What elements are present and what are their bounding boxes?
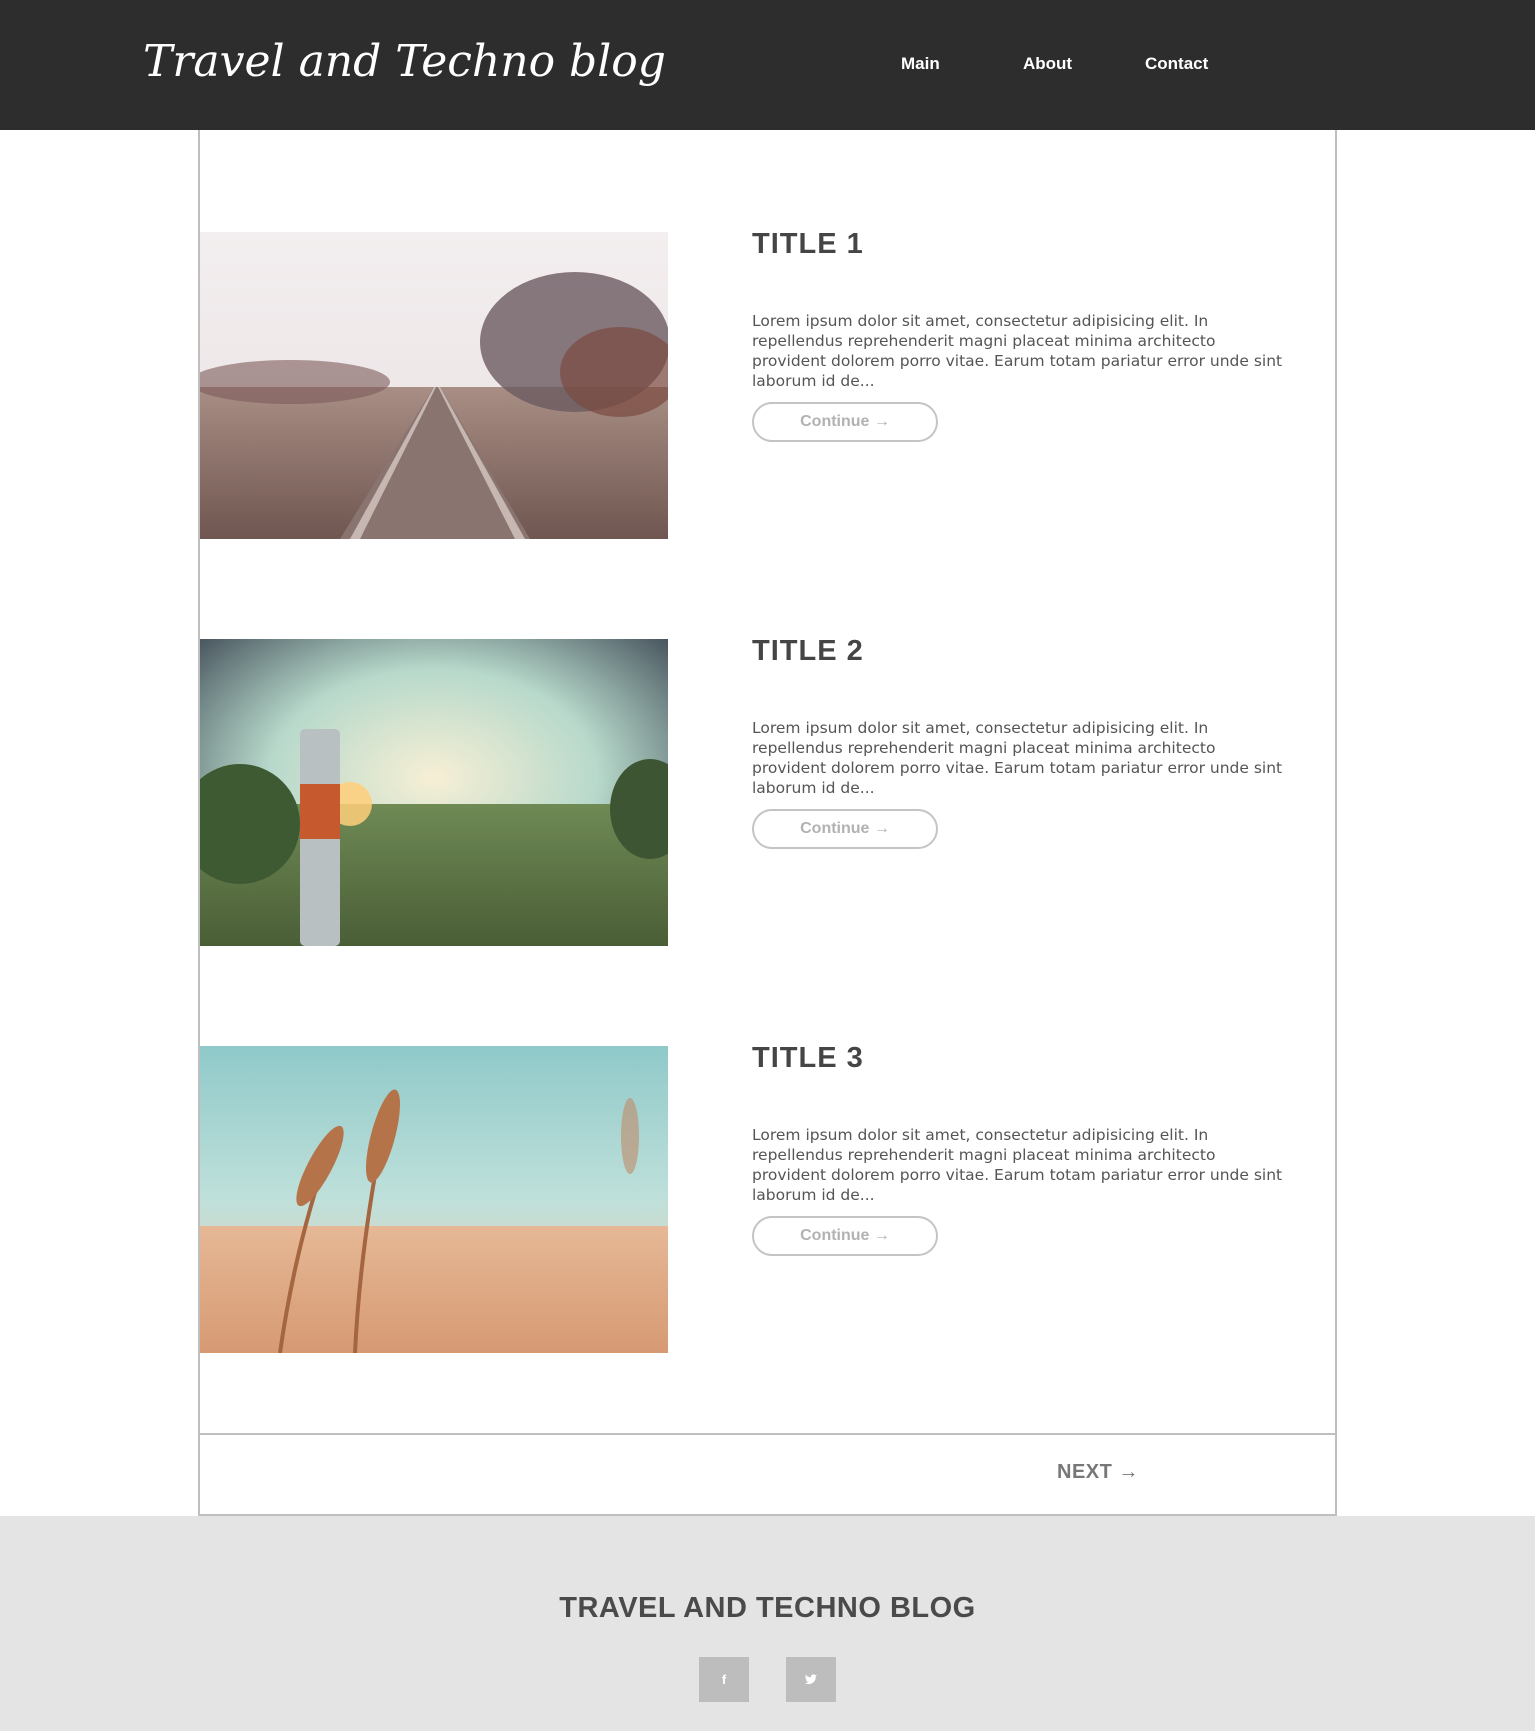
continue-button[interactable]: Continue → <box>752 809 938 849</box>
continue-button[interactable]: Continue → <box>752 402 938 442</box>
site-header: Travel and Techno blog Main About Contac… <box>0 0 1535 130</box>
facebook-icon[interactable]: f <box>699 1657 749 1702</box>
nav-main[interactable]: Main <box>901 54 940 74</box>
post-image-wheat[interactable] <box>200 1046 668 1353</box>
post-image-railway[interactable] <box>200 232 668 539</box>
site-logo[interactable]: Travel and Techno blog <box>143 36 666 87</box>
post-excerpt: Lorem ipsum dolor sit amet, consectetur … <box>752 312 1283 390</box>
post-image-field-sunset[interactable] <box>200 639 668 946</box>
next-page-link[interactable]: NEXT → <box>1057 1461 1139 1484</box>
post-title[interactable]: TITLE 2 <box>752 635 864 668</box>
post-title[interactable]: TITLE 3 <box>752 1042 864 1075</box>
post-excerpt: Lorem ipsum dolor sit amet, consectetur … <box>752 719 1283 797</box>
nav-about[interactable]: About <box>1023 54 1072 74</box>
nav-contact[interactable]: Contact <box>1145 54 1208 74</box>
post-excerpt: Lorem ipsum dolor sit amet, consectetur … <box>752 1126 1283 1204</box>
post-title[interactable]: TITLE 1 <box>752 228 864 261</box>
pager-divider <box>198 1433 1337 1435</box>
continue-button[interactable]: Continue → <box>752 1216 938 1256</box>
footer-title: TRAVEL AND TECHNO BLOG <box>559 1592 976 1624</box>
site-footer: TRAVEL AND TECHNO BLOG f <box>0 1516 1535 1731</box>
twitter-icon[interactable] <box>786 1657 836 1702</box>
